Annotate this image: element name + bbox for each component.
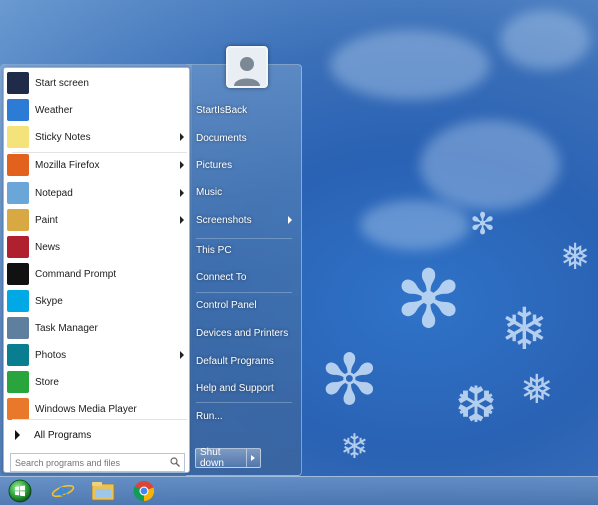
places-label: Help and Support <box>196 382 274 394</box>
places-label: This PC <box>196 244 232 256</box>
search-icon[interactable] <box>170 457 180 467</box>
places-item[interactable]: Devices and Printers <box>196 323 298 343</box>
places-label: Music <box>196 186 223 198</box>
program-label: Mozilla Firefox <box>35 159 100 171</box>
program-item[interactable]: News <box>7 234 188 260</box>
command-prompt-icon <box>7 263 29 285</box>
notepad-icon <box>7 182 29 204</box>
firefox-icon <box>7 154 29 176</box>
places-label: Connect To <box>196 271 247 283</box>
all-programs-label: All Programs <box>34 429 92 441</box>
svg-text:e: e <box>58 481 69 501</box>
places-item[interactable]: Control Panel <box>196 295 298 315</box>
places-label: Documents <box>196 132 247 144</box>
start-menu-programs-pane: Start screen Weather Sticky Notes Mozilla F… <box>3 67 190 473</box>
divider <box>196 292 292 293</box>
places-label: Screenshots <box>196 214 252 226</box>
program-item[interactable]: Task Manager <box>7 315 188 341</box>
user-silhouette-icon <box>234 57 260 86</box>
start-menu: Start screen Weather Sticky Notes Mozilla F… <box>0 46 302 476</box>
program-item[interactable]: Photos <box>7 342 188 368</box>
sticky-notes-icon <box>7 126 29 148</box>
places-item[interactable]: Music <box>196 182 298 202</box>
program-item[interactable]: Sticky Notes <box>7 124 188 150</box>
program-label: Skype <box>35 295 63 307</box>
places-item[interactable]: Connect To <box>196 267 298 287</box>
program-label: Photos <box>35 349 67 361</box>
places-label: Devices and Printers <box>196 327 289 339</box>
taskbar-file-explorer[interactable] <box>90 479 116 503</box>
places-label: Pictures <box>196 159 233 171</box>
search-box[interactable] <box>10 453 185 472</box>
places-item[interactable]: Default Programs <box>196 351 298 371</box>
places-item[interactable]: This PC <box>196 240 298 260</box>
weather-icon <box>7 99 29 121</box>
places-item[interactable]: Pictures <box>196 155 298 175</box>
submenu-arrow-icon[interactable] <box>180 189 184 197</box>
program-label: Sticky Notes <box>35 131 91 143</box>
start-button[interactable] <box>7 479 33 503</box>
expand-arrow-icon <box>15 430 20 440</box>
shutdown-button[interactable]: Shut down <box>195 447 261 469</box>
places-label: Run... <box>196 410 223 422</box>
places-label: StartIsBack <box>196 104 248 116</box>
program-item[interactable]: Weather <box>7 97 188 123</box>
divider <box>196 402 292 403</box>
shutdown-label: Shut down <box>196 447 247 469</box>
program-label: Command Prompt <box>35 268 117 280</box>
taskbar-chrome[interactable] <box>131 479 157 503</box>
store-icon <box>7 371 29 393</box>
search-input[interactable] <box>15 457 165 468</box>
program-label: Task Manager <box>35 322 98 334</box>
places-item[interactable]: Screenshots <box>196 210 298 230</box>
submenu-arrow-icon[interactable] <box>180 216 184 224</box>
media-player-icon <box>7 398 29 420</box>
start-orb-icon <box>8 479 32 503</box>
submenu-arrow-icon[interactable] <box>288 216 292 224</box>
photos-icon <box>7 344 29 366</box>
program-label: Windows Media Player <box>35 403 137 415</box>
program-label: Notepad <box>35 187 73 199</box>
places-label: Default Programs <box>196 355 274 367</box>
all-programs-button[interactable]: All Programs <box>7 424 188 446</box>
user-avatar[interactable] <box>226 46 268 88</box>
submenu-arrow-icon[interactable] <box>180 351 184 359</box>
divider <box>12 419 187 420</box>
program-item[interactable]: Command Prompt <box>7 261 188 287</box>
program-label: News <box>35 241 61 253</box>
task-manager-icon <box>7 317 29 339</box>
program-item[interactable]: Start screen <box>7 70 188 96</box>
program-item[interactable]: Mozilla Firefox <box>7 152 188 178</box>
chrome-icon <box>133 481 155 502</box>
divider <box>12 152 187 153</box>
places-item[interactable]: Help and Support <box>196 378 298 398</box>
program-label: Start screen <box>35 77 89 89</box>
places-label: Control Panel <box>196 299 257 311</box>
submenu-arrow-icon[interactable] <box>180 133 184 141</box>
divider <box>196 238 292 239</box>
internet-explorer-icon: e <box>51 481 75 501</box>
program-label: Paint <box>35 214 58 226</box>
program-item[interactable]: Store <box>7 369 188 395</box>
program-label: Store <box>35 376 59 388</box>
paint-icon <box>7 209 29 231</box>
start-screen-icon <box>7 72 29 94</box>
shutdown-options-arrow-icon[interactable] <box>251 455 255 461</box>
taskbar: e <box>0 476 598 505</box>
program-item[interactable]: Notepad <box>7 180 188 206</box>
program-label: Weather <box>35 104 73 116</box>
file-explorer-icon <box>91 482 115 501</box>
program-item[interactable]: Paint <box>7 207 188 233</box>
news-icon <box>7 236 29 258</box>
places-item[interactable]: StartIsBack <box>196 100 298 120</box>
submenu-arrow-icon[interactable] <box>180 161 184 169</box>
skype-icon <box>7 290 29 312</box>
program-item[interactable]: Skype <box>7 288 188 314</box>
places-item[interactable]: Documents <box>196 128 298 148</box>
places-item[interactable]: Run... <box>196 406 298 426</box>
taskbar-internet-explorer[interactable]: e <box>50 479 76 503</box>
